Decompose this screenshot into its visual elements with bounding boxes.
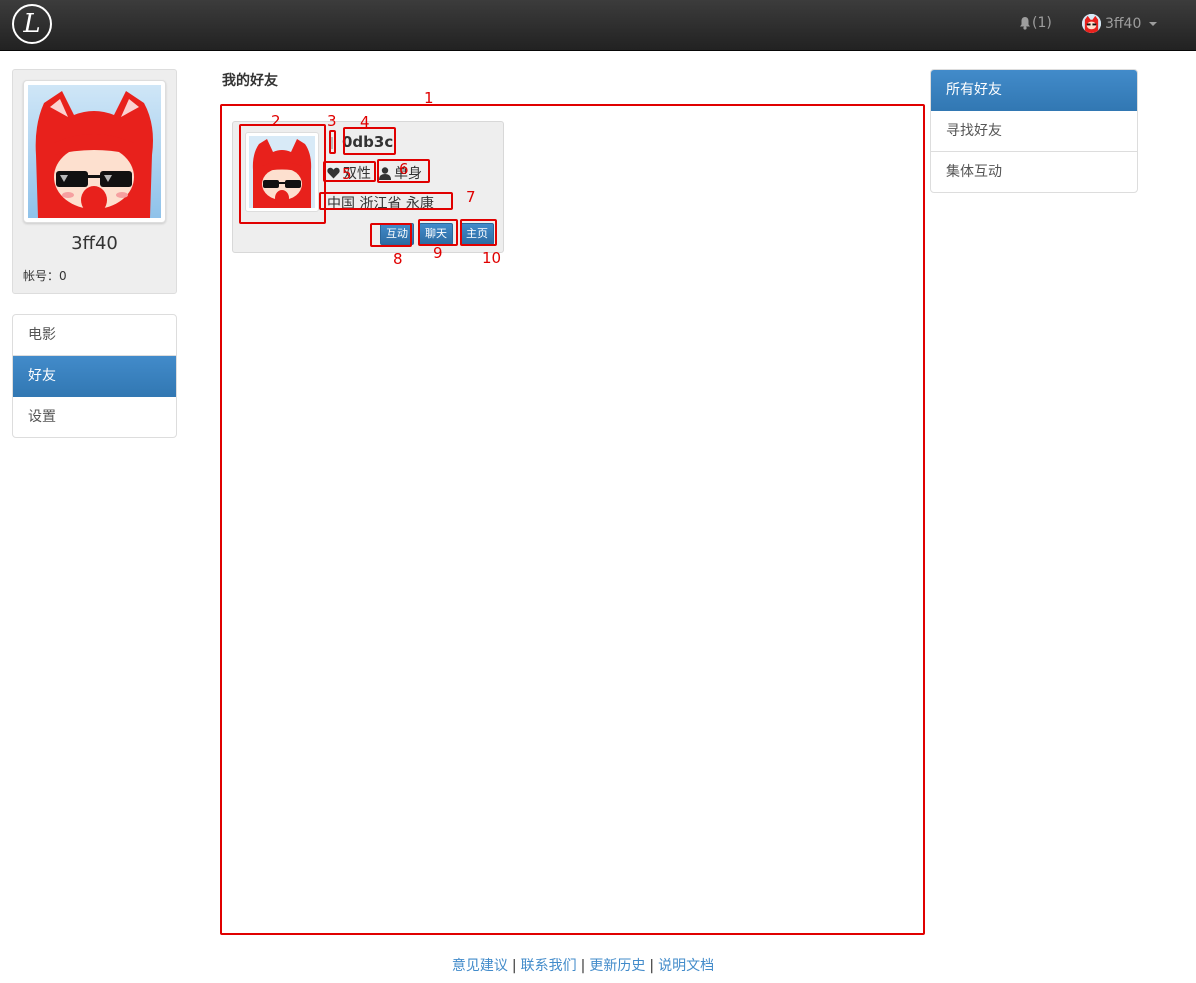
account-value: 0 <box>59 269 67 283</box>
user-menu-dropdown[interactable]: 3ff40 <box>1082 14 1158 33</box>
tab-find-friends[interactable]: 寻找好友 <box>931 111 1137 152</box>
profile-avatar-frame <box>23 80 166 223</box>
annotation-label: 5 <box>342 165 352 183</box>
annotation-label: 1 <box>424 89 434 107</box>
avatar[interactable] <box>28 85 161 218</box>
page-title: 我的好友 <box>222 73 278 89</box>
annotation-label: 9 <box>433 244 443 262</box>
chevron-down-icon <box>1149 21 1158 26</box>
tab-all-friends[interactable]: 所有好友 <box>931 70 1137 111</box>
footer: 意见建议 | 联系我们 | 更新历史 | 说明文档 <box>0 955 1166 975</box>
fox-avatar-icon <box>1082 14 1101 33</box>
footer-separator: | <box>580 958 586 974</box>
notification-button[interactable]: (1) <box>1019 15 1052 31</box>
annotation-box-3 <box>329 130 336 154</box>
footer-link-contact[interactable]: 联系我们 <box>521 958 577 974</box>
sidebar-item-settings[interactable]: 设置 <box>13 397 176 437</box>
annotation-label: 4 <box>360 113 370 131</box>
account-info: 帐号：0 <box>23 267 67 284</box>
top-navbar: L (1) 3ff40 <box>0 0 1196 51</box>
username-label: 3ff40 <box>1105 15 1142 32</box>
left-nav: 电影 好友 设置 <box>12 314 177 438</box>
sidebar-item-movies[interactable]: 电影 <box>13 315 176 356</box>
footer-link-docs[interactable]: 说明文档 <box>658 958 714 974</box>
annotation-box-10 <box>460 219 497 246</box>
notification-count: (1) <box>1032 15 1052 31</box>
tab-group-interaction[interactable]: 集体互动 <box>931 152 1137 192</box>
footer-separator: | <box>649 958 655 974</box>
annotation-box-8 <box>370 223 412 247</box>
annotation-label: 2 <box>271 112 281 130</box>
annotation-box-4 <box>343 127 396 155</box>
annotation-label: 10 <box>482 249 502 267</box>
bell-icon <box>1020 16 1030 30</box>
avatar <box>1082 14 1101 33</box>
profile-name: 3ff40 <box>71 233 118 254</box>
annotation-label: 6 <box>399 160 409 178</box>
annotation-box-2 <box>239 124 326 224</box>
sidebar-item-friends[interactable]: 好友 <box>13 356 176 397</box>
annotation-box-7 <box>319 192 453 210</box>
footer-separator: | <box>511 958 517 974</box>
footer-link-changelog[interactable]: 更新历史 <box>589 958 645 974</box>
annotation-box-9 <box>418 219 458 246</box>
profile-panel: 3ff40 帐号：0 <box>12 69 177 294</box>
account-label: 帐号： <box>23 269 60 283</box>
annotation-label: 3 <box>327 112 337 130</box>
right-nav: 所有好友 寻找好友 集体互动 <box>930 69 1138 193</box>
annotation-label: 8 <box>393 250 403 268</box>
logo-icon[interactable]: L <box>12 4 52 44</box>
footer-link-feedback[interactable]: 意见建议 <box>452 958 508 974</box>
annotation-label: 7 <box>466 188 476 206</box>
